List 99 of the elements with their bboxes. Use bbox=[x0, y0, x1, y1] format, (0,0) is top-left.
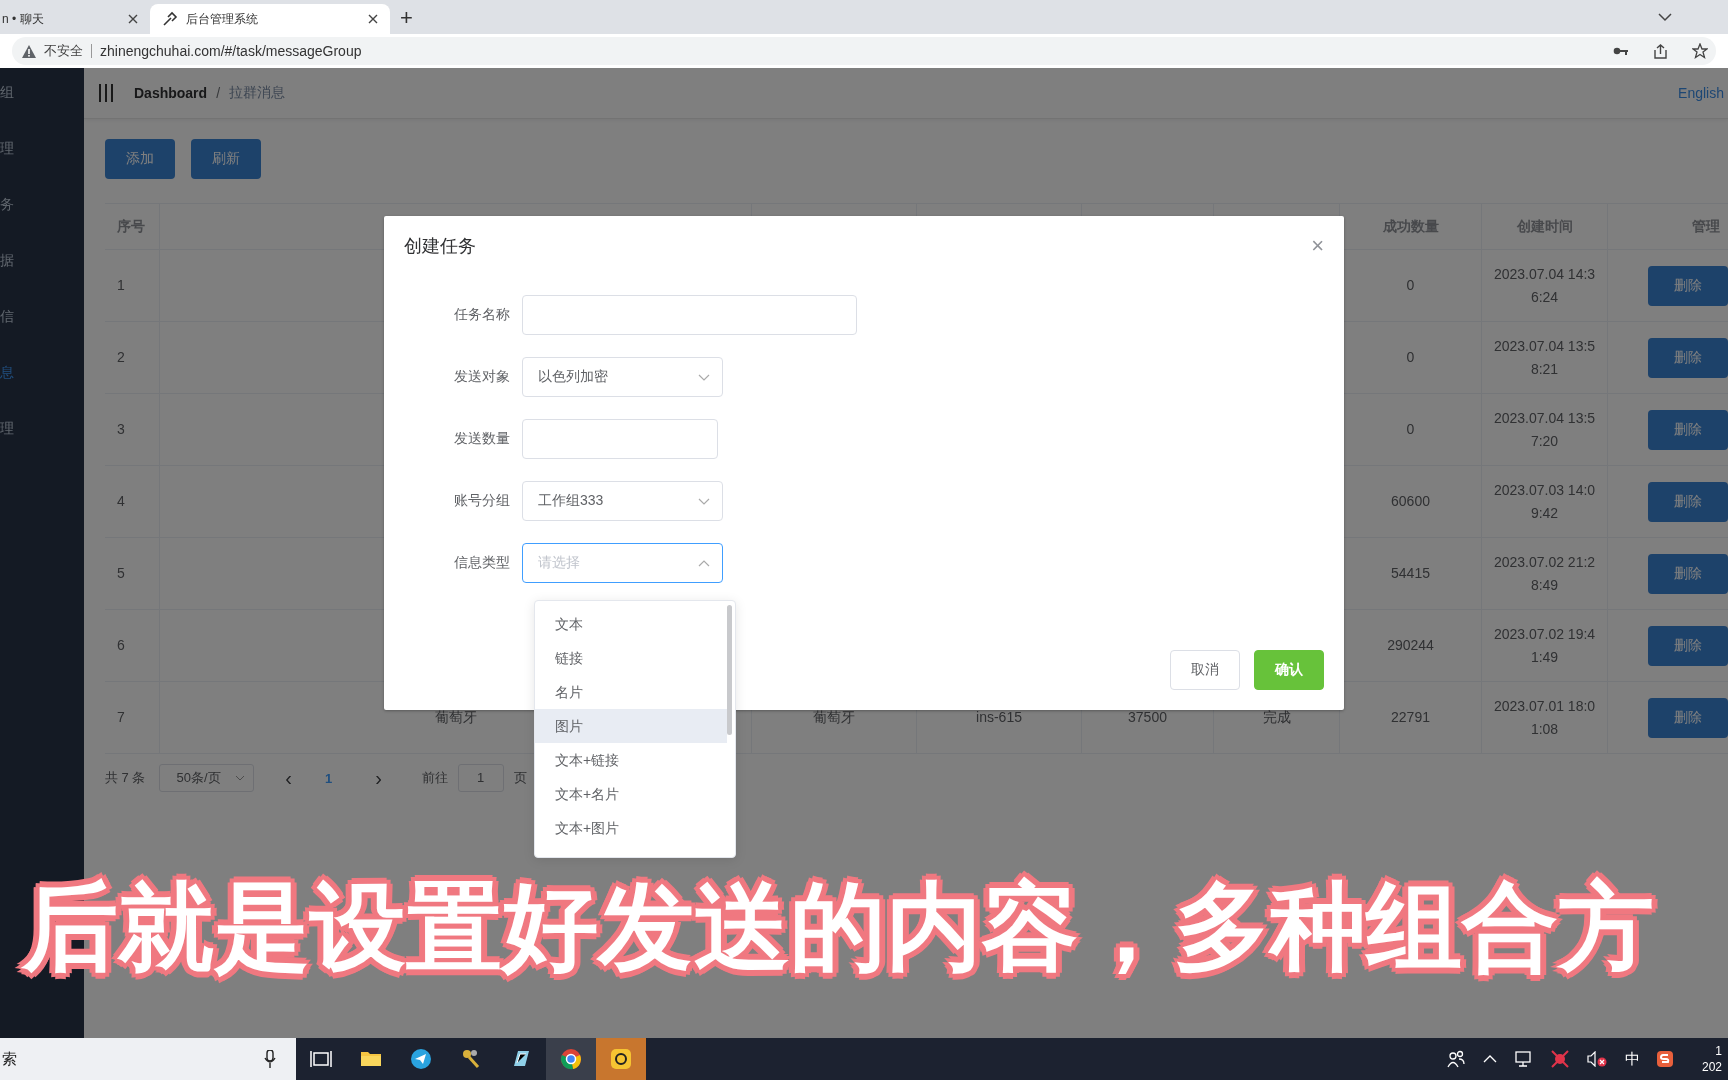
table-cell: 2 bbox=[105, 322, 160, 393]
table-cell: 6 bbox=[105, 610, 160, 681]
table-cell: 2023.07.02 21:28:49 bbox=[1482, 538, 1608, 609]
new-tab-button[interactable]: + bbox=[400, 6, 413, 30]
next-page-button[interactable]: › bbox=[363, 766, 394, 790]
share-icon[interactable] bbox=[1653, 43, 1668, 59]
confirm-button[interactable]: 确认 bbox=[1254, 650, 1324, 690]
table-cell: 2023.07.04 13:57:20 bbox=[1482, 394, 1608, 465]
menu-icon[interactable] bbox=[98, 84, 114, 102]
field-label: 发送数量 bbox=[453, 430, 511, 448]
table-cell: 3 bbox=[105, 394, 160, 465]
sidebar-item[interactable]: 组 bbox=[0, 82, 84, 138]
s-logo-icon[interactable] bbox=[1656, 1050, 1674, 1068]
select-field[interactable]: 工作组333 bbox=[522, 481, 723, 521]
breadcrumb-item: 拉群消息 bbox=[229, 84, 285, 102]
page-input[interactable]: 1 bbox=[457, 764, 504, 792]
key-icon[interactable] bbox=[1613, 45, 1629, 57]
total-count: 共 7 条 bbox=[105, 769, 146, 787]
task-view-icon[interactable] bbox=[310, 1048, 332, 1070]
breadcrumb-item[interactable]: Dashboard bbox=[134, 85, 208, 101]
input-field[interactable] bbox=[522, 419, 718, 459]
table-cell: 5 bbox=[105, 538, 160, 609]
close-icon[interactable] bbox=[128, 14, 138, 24]
people-icon[interactable] bbox=[1447, 1050, 1465, 1068]
dropdown-option[interactable]: 图片 bbox=[535, 709, 727, 743]
star-icon[interactable] bbox=[1692, 43, 1708, 59]
delete-button[interactable]: 删除 bbox=[1648, 697, 1728, 738]
security-label: 不安全 bbox=[44, 42, 83, 60]
table-cell: 1 bbox=[105, 250, 160, 321]
chevron-up-icon[interactable] bbox=[1483, 1055, 1497, 1063]
input-field[interactable] bbox=[522, 295, 857, 335]
url-text: zhinengchuhai.com/#/task/messageGroup bbox=[100, 43, 362, 59]
link-icon bbox=[162, 11, 178, 27]
field-label: 信息类型 bbox=[453, 554, 511, 572]
sidebar-item[interactable]: 理 bbox=[0, 418, 84, 474]
microphone-icon bbox=[264, 1050, 276, 1068]
delete-button[interactable]: 删除 bbox=[1648, 625, 1728, 666]
dropdown-option[interactable]: 文本+图片 bbox=[535, 811, 727, 845]
sidebar-item[interactable]: 理 bbox=[0, 138, 84, 194]
sidebar-item[interactable]: 据 bbox=[0, 250, 84, 306]
video-subtitle: 后就是设置好发送的内容，多种组合方 bbox=[22, 872, 1654, 982]
table-cell: 2023.07.04 14:36:24 bbox=[1482, 250, 1608, 321]
field-label: 发送对象 bbox=[453, 368, 511, 386]
browser-icon[interactable] bbox=[560, 1048, 582, 1070]
address-field[interactable]: 不安全 zhinengchuhai.com/#/task/messageGroup bbox=[12, 37, 1716, 65]
close-icon[interactable] bbox=[368, 14, 378, 24]
table-cell: 7 bbox=[105, 682, 160, 753]
sidebar-item[interactable]: 息 bbox=[0, 362, 84, 418]
network-icon[interactable] bbox=[1515, 1051, 1533, 1067]
close-button[interactable]: × bbox=[1311, 236, 1324, 256]
table-cell: 2023.07.02 19:41:49 bbox=[1482, 610, 1608, 681]
input-method-indicator[interactable]: 中 bbox=[1625, 1049, 1640, 1069]
chevron-down-icon[interactable] bbox=[1658, 12, 1672, 22]
table-cell: 2023.07.01 18:01:08 bbox=[1482, 682, 1608, 753]
breadcrumb-separator: / bbox=[216, 85, 220, 101]
select-field[interactable]: 请选择 bbox=[522, 543, 723, 583]
table-cell: 2023.07.03 14:09:42 bbox=[1482, 466, 1608, 537]
keys-icon[interactable] bbox=[460, 1048, 482, 1070]
taskbar-search-field[interactable]: 索 bbox=[0, 1038, 296, 1080]
page-size-select[interactable]: 50条/页 bbox=[159, 764, 254, 792]
delete-button[interactable]: 删除 bbox=[1648, 409, 1728, 450]
page-number[interactable]: 1 bbox=[313, 770, 344, 786]
delete-button[interactable]: 删除 bbox=[1648, 481, 1728, 522]
page-suffix: 页 bbox=[513, 769, 527, 787]
add-button[interactable]: 添加 bbox=[105, 139, 175, 179]
clock[interactable]: 1 202 bbox=[1692, 1043, 1722, 1075]
delete-button[interactable]: 删除 bbox=[1648, 553, 1728, 594]
dropdown-option[interactable]: 文本+名片 bbox=[535, 777, 727, 811]
warning-icon bbox=[22, 44, 36, 58]
dialog-title: 创建任务 bbox=[404, 235, 476, 258]
table-cell: 4 bbox=[105, 466, 160, 537]
field-label: 账号分组 bbox=[453, 492, 511, 510]
paper-plane-icon[interactable] bbox=[410, 1048, 432, 1070]
previous-page-button[interactable]: ‹ bbox=[273, 766, 304, 790]
dropdown-option[interactable]: 文本 bbox=[535, 607, 727, 641]
sidebar-item[interactable]: 信 bbox=[0, 306, 84, 362]
sidebar-item[interactable]: 务 bbox=[0, 194, 84, 250]
delete-button[interactable]: 删除 bbox=[1648, 337, 1728, 378]
delete-button[interactable]: 删除 bbox=[1648, 265, 1728, 306]
scrollbar-thumb[interactable] bbox=[727, 605, 732, 735]
chevron-down-icon bbox=[234, 775, 245, 781]
dropdown-option[interactable]: 链接 bbox=[535, 641, 727, 675]
language-link[interactable]: English bbox=[1678, 85, 1724, 101]
chevron-down-icon bbox=[698, 373, 710, 381]
tray-app-icon[interactable] bbox=[1551, 1050, 1569, 1068]
table-cell: 2023.07.04 13:58:21 bbox=[1482, 322, 1608, 393]
select-field[interactable]: 以色列加密 bbox=[522, 357, 723, 397]
tab-title: n • 聊天 bbox=[2, 10, 44, 28]
browser-tab[interactable]: n • 聊天 bbox=[0, 4, 150, 34]
chevron-up-icon bbox=[698, 559, 710, 567]
app-icon[interactable] bbox=[610, 1048, 632, 1070]
tab-title: 后台管理系统 bbox=[186, 10, 259, 28]
field-label: 任务名称 bbox=[453, 306, 511, 324]
refresh-button[interactable]: 刷新 bbox=[191, 139, 261, 179]
speaker-muted-icon[interactable] bbox=[1587, 1051, 1607, 1067]
browser-tab[interactable]: 后台管理系统 bbox=[150, 4, 390, 34]
chevron-down-icon bbox=[698, 497, 710, 505]
cancel-button[interactable]: 取消 bbox=[1170, 650, 1240, 690]
goto-label: 前往 bbox=[421, 769, 448, 787]
